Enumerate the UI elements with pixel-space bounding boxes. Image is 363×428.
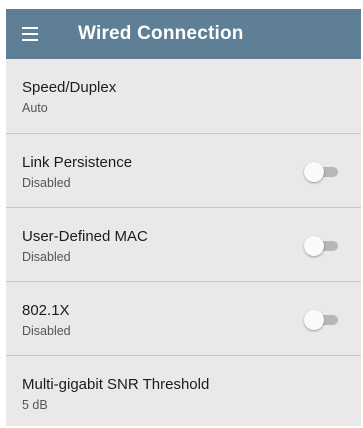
setting-title: User-Defined MAC bbox=[22, 228, 148, 245]
page-title: Wired Connection bbox=[78, 23, 244, 44]
setting-value: Disabled bbox=[22, 176, 71, 190]
toggle-thumb bbox=[304, 236, 324, 256]
setting-title: 802.1X bbox=[22, 302, 70, 319]
app-bar: Wired Connection bbox=[6, 9, 361, 59]
setting-row-user-defined-mac[interactable]: User-Defined MAC Disabled bbox=[6, 208, 361, 282]
user-defined-mac-toggle[interactable] bbox=[304, 236, 338, 256]
setting-value: 5 dB bbox=[22, 398, 48, 412]
menu-icon-line bbox=[22, 39, 38, 41]
setting-value: Auto bbox=[22, 101, 48, 115]
setting-row-multigig-snr[interactable]: Multi-gigabit SNR Threshold 5 dB bbox=[6, 356, 361, 426]
settings-list: Speed/Duplex Auto Link Persistence Disab… bbox=[6, 59, 361, 426]
wired-connection-screen: Wired Connection Speed/Duplex Auto Link … bbox=[6, 9, 361, 426]
hamburger-menu-icon[interactable] bbox=[22, 24, 42, 44]
setting-row-8021x[interactable]: 802.1X Disabled bbox=[6, 282, 361, 356]
menu-icon-line bbox=[22, 27, 38, 29]
setting-title: Multi-gigabit SNR Threshold bbox=[22, 376, 210, 393]
8021x-toggle[interactable] bbox=[304, 310, 338, 330]
setting-row-link-persistence[interactable]: Link Persistence Disabled bbox=[6, 134, 361, 208]
setting-row-speed-duplex[interactable]: Speed/Duplex Auto bbox=[6, 59, 361, 134]
link-persistence-toggle[interactable] bbox=[304, 162, 338, 182]
menu-icon-line bbox=[22, 33, 38, 35]
setting-value: Disabled bbox=[22, 324, 71, 338]
toggle-thumb bbox=[304, 162, 324, 182]
setting-value: Disabled bbox=[22, 250, 71, 264]
setting-title: Speed/Duplex bbox=[22, 79, 117, 96]
toggle-thumb bbox=[304, 310, 324, 330]
setting-title: Link Persistence bbox=[22, 154, 133, 171]
